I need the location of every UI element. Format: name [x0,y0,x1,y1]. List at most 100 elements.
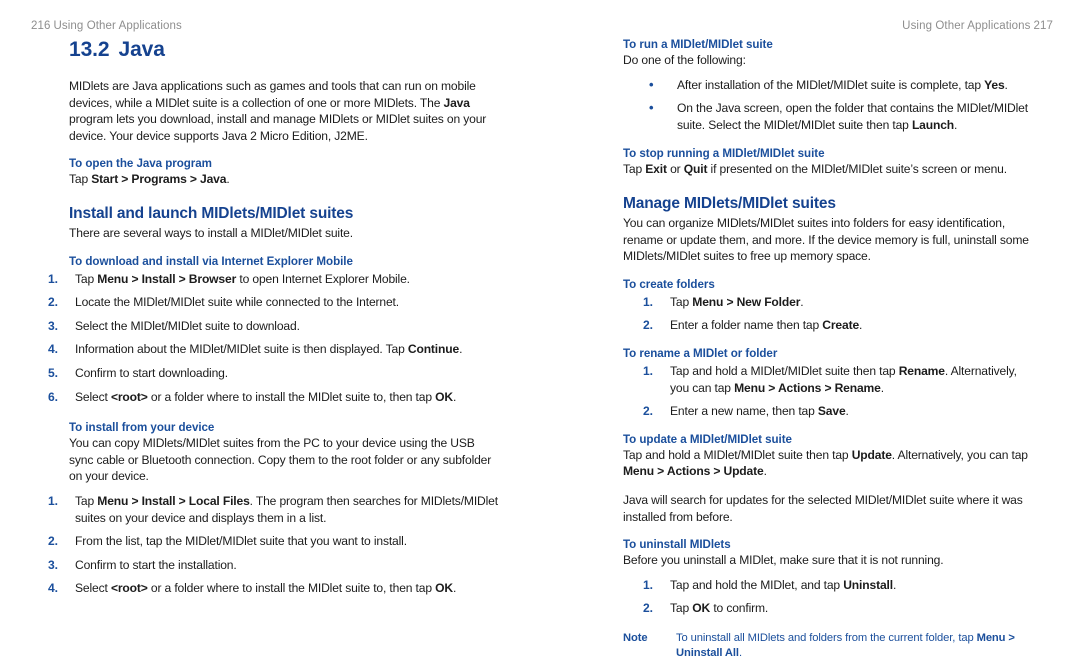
step-text-post: . [459,342,463,357]
list-item: 3. Confirm to start the installation. [28,557,498,574]
list-item: 4. Information about the MIDlet/MIDlet su… [28,341,498,358]
task-create-folders-heading: To create folders [623,277,715,291]
step-text-post: . [892,577,897,592]
bullet-icon: • [649,100,654,116]
step-text-bold: OK [692,601,711,616]
list-item: 5. Confirm to start downloading. [28,365,498,382]
step-text-post: or a folder where to install the MIDlet … [147,389,436,404]
task-update-mid: . Alternatively, you can tap [891,447,1028,462]
list-item: 1. Tap Menu > Install > Local Files. The … [28,493,498,526]
step-number: 1. [643,294,653,309]
task-run-midlet-intro: Do one of the following: [623,53,746,67]
step-number: 2. [643,404,653,419]
chapter-name: Java [118,38,165,61]
step-text-bold: Continue [407,342,460,357]
task-update-heading: To update a MIDlet/MIDlet suite [623,432,792,446]
step-text-post: . [800,294,804,309]
task-stop-post: if presented on the MIDlet/MIDlet suite’… [707,162,1008,177]
note-text-pre: To uninstall all MIDlets and folders fro… [676,631,977,644]
bullet-text-pre: On the Java screen, open the folder that… [677,101,1028,132]
step-text-post: . [845,404,849,419]
running-head-right: Using Other Applications 217 [902,20,1056,32]
step-text-pre: Tap [75,493,98,508]
section-manage-intro: You can organize MIDlets/MIDlet suites i… [623,215,1029,264]
step-text-pre: From the list, tap the MIDlet/MIDlet sui… [75,534,407,549]
task-stop-mid: or [666,162,684,177]
task-stop-midlet-heading: To stop running a MIDlet/MIDlet suite [623,147,825,161]
task-stop-bold1: Exit [645,162,667,177]
step-text-post2: . [452,581,457,596]
task-update-bold1: Update [851,447,892,462]
chapter-number: 13.2 [69,38,110,61]
step-text-bold: <root> [110,389,148,404]
step-text-pre: Select [75,581,111,596]
step-number: 1. [643,577,653,592]
java-intro-part1: MIDlets are Java applications such as ga… [69,79,476,110]
task-run-midlet-bullets: • After installation of the MIDlet/MIDlet… [623,77,1035,134]
list-item: 1. Tap Menu > New Folder. [623,294,1035,311]
step-text-bold: Menu > New Folder [692,294,801,309]
section-install-launch-intro: There are several ways to install a MIDl… [69,225,353,240]
step-text-bold: Create [822,318,860,333]
task-update-paragraph2: Java will search for updates for the sel… [623,492,1023,524]
step-text-bold: Menu > Install > Browser [97,271,237,286]
task-update-pre: Tap and hold a MIDlet/MIDlet suite then … [623,447,852,462]
page-number-left: 216 [31,20,51,32]
section-install-launch-heading: Install and launch MIDlets/MIDlet suites [69,204,354,222]
list-item: • On the Java screen, open the folder tha… [623,100,1035,133]
step-number: 6. [48,389,58,404]
java-intro-paragraph: MIDlets are Java applications such as ga… [69,78,498,144]
task-rename-heading: To rename a MIDlet or folder [623,346,778,360]
step-text-bold: Menu > Install > Local Files [97,493,250,508]
running-head-left-title: Using Other Applications [53,20,182,32]
running-head-left: 216 Using Other Applications [28,20,182,32]
step-text-pre: Confirm to start downloading. [75,365,228,380]
note-text-post: . [738,646,742,659]
list-item: • After installation of the MIDlet/MIDlet… [623,77,1035,94]
task-download-install-heading: To download and install via Internet Exp… [69,254,353,268]
page-number-right: 217 [1033,20,1053,32]
step-text-pre: Tap [670,294,693,309]
task-rename-steps: 1. Tap and hold a MIDlet/MIDlet suite the… [623,363,1035,420]
bullet-text-bold: Yes [984,77,1005,92]
step-text-bold2: OK [435,581,453,596]
step-text-post2: . [880,380,884,395]
step-text-pre: Tap and hold the MIDlet, and tap [670,577,844,592]
step-number: 1. [48,493,58,508]
section-manage-heading: Manage MIDlets/MIDlet suites [623,194,836,212]
step-text-bold: Rename [898,363,945,378]
list-item: 2. From the list, tap the MIDlet/MIDlet s… [28,533,498,550]
step-text-pre: Tap and hold a MIDlet/MIDlet suite then … [670,363,899,378]
bullet-text-bold: Launch [911,117,955,132]
task-uninstall-heading: To uninstall MIDlets [623,538,731,552]
note-label: Note [623,631,648,644]
step-text-pre: Enter a new name, then tap [670,404,818,419]
step-text-bold: Uninstall [843,577,893,592]
java-intro-bold: Java [443,95,470,110]
bullet-text-pre: After installation of the MIDlet/MIDlet … [677,77,985,92]
step-text-pre: Enter a folder name then tap [670,318,823,333]
step-number: 5. [48,365,58,380]
step-number: 1. [48,271,58,286]
bullet-text-post: . [954,117,958,132]
manual-page: 216 Using Other Applications Using Other … [0,0,1080,663]
step-number: 2. [643,601,653,616]
running-head-right-title: Using Other Applications [902,20,1031,32]
task-install-device-steps: 1. Tap Menu > Install > Local Files. The … [28,493,498,597]
step-number: 3. [48,557,58,572]
task-update-bold2: Menu > Actions > Update [623,464,764,479]
step-text-pre: Tap [75,271,98,286]
task-stop-midlet-text: Tap Exit or Quit if presented on the MID… [623,161,1035,178]
task-open-java-path: Start > Programs > Java [91,172,227,187]
step-text-pre: Locate the MIDlet/MIDlet suite while con… [75,295,399,310]
step-text-post: to confirm. [710,601,769,616]
task-open-java-text: Tap Start > Programs > Java. [69,171,498,188]
left-column: 13.2 Java MIDlets are Java applications s… [28,38,498,597]
step-text-bold: <root> [110,581,148,596]
task-install-device-heading: To install from your device [69,421,215,435]
task-update-post: . [763,464,767,479]
step-number: 1. [643,363,653,378]
list-item: 1. Tap Menu > Install > Browser to open I… [28,271,498,288]
step-text-post2: . [452,389,457,404]
list-item: 3. Select the MIDlet/MIDlet suite to down… [28,318,498,335]
